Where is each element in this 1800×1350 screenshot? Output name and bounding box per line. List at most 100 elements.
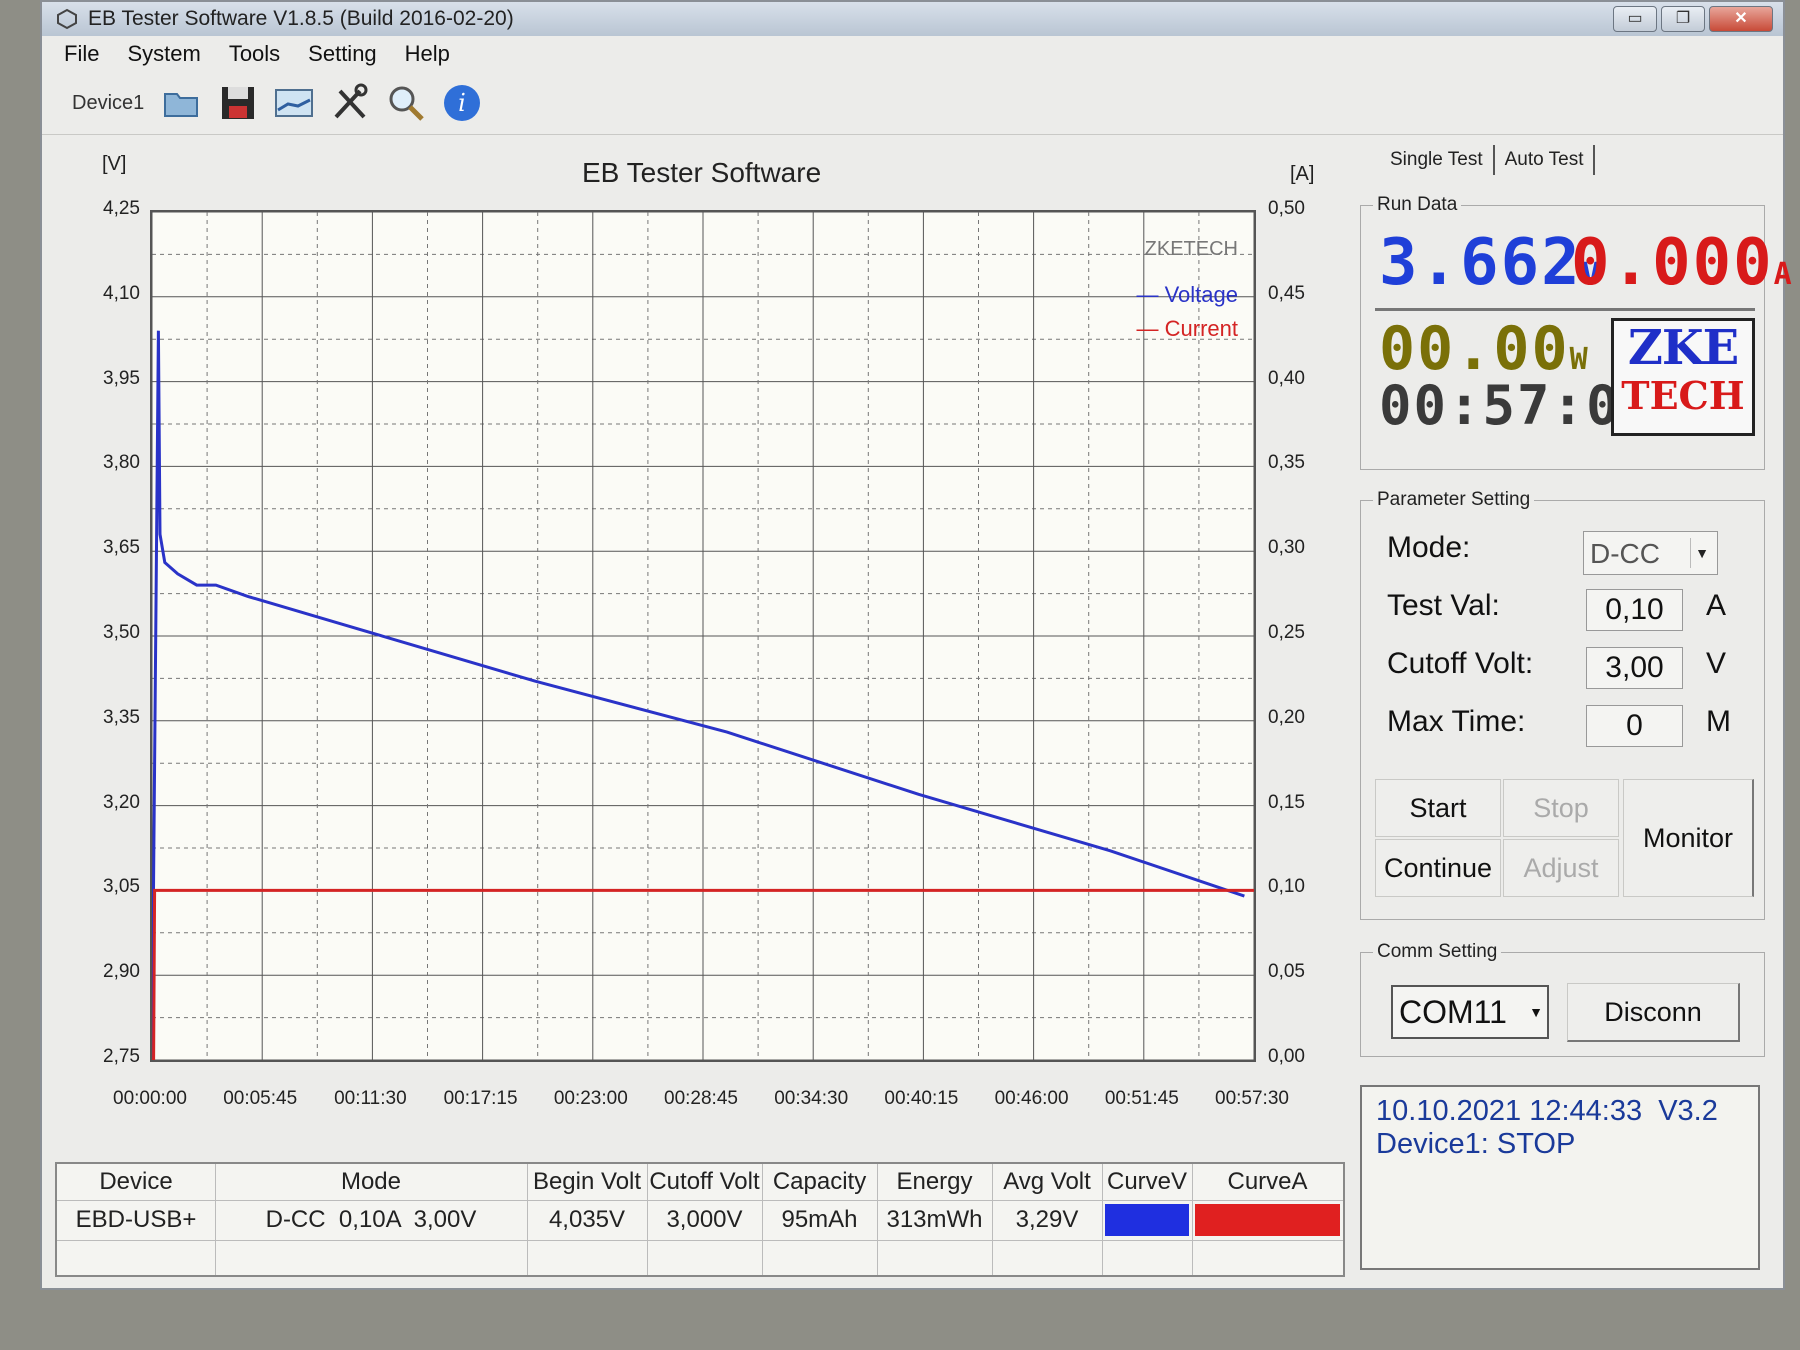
y-tick-label: 2,90 [103,961,140,983]
menu-help[interactable]: Help [405,41,450,67]
legend-voltage-label: Voltage [1164,282,1238,307]
run-data-label: Run Data [1373,194,1462,216]
tools-icon[interactable] [328,81,372,125]
chevron-down-icon[interactable]: ▼ [1529,997,1543,1027]
max-time-input[interactable]: 0 [1586,705,1683,747]
table-cell: 313mWh [886,1206,983,1233]
x-tick-label: 00:34:30 [774,1088,849,1109]
table-cell: EBD-USB+ [75,1206,197,1233]
current-readout: 0.000A [1571,226,1794,300]
monitor-button[interactable]: Monitor [1623,779,1754,897]
x-tick-label: 00:00:00 [113,1088,187,1109]
y-tick-label: 3,50 [103,622,140,643]
search-icon[interactable] [384,81,428,125]
y-tick-label: 3,05 [103,876,140,898]
max-time-label: Max Time: [1387,705,1526,738]
svg-text:i: i [458,89,466,117]
table-cell: 3,000V [666,1206,743,1233]
menu-file[interactable]: File [64,41,99,67]
table-header-cell: Capacity [772,1168,867,1195]
menu-system[interactable]: System [127,41,200,67]
window-title: EB Tester Software V1.8.5 (Build 2016-02… [88,7,514,30]
watermark: ZKETECH [1144,238,1238,260]
curve-voltage-swatch[interactable] [1105,1204,1189,1236]
menu-setting[interactable]: Setting [308,41,377,67]
status-device-state: Device1: STOP [1376,1128,1576,1160]
test-val-input[interactable]: 0,10 [1586,589,1683,631]
adjust-button[interactable]: Adjust [1503,839,1619,897]
title-bar: EB Tester Software V1.8.5 (Build 2016-02… [42,2,1783,36]
table-cell: 4,035V [548,1206,626,1233]
power-unit: W [1569,342,1590,377]
mode-label: Mode: [1387,531,1471,564]
disconnect-button[interactable]: Disconn [1567,983,1740,1042]
legend-voltage-swatch: — [1136,282,1159,307]
comm-setting-label: Comm Setting [1373,941,1502,963]
close-button[interactable]: ✕ [1709,6,1773,32]
tab-bar: Single Test Auto Test [1380,145,1760,175]
y-tick-label: 3,95 [103,367,140,389]
y-tick-label: 3,65 [103,537,140,559]
cutoff-volt-input[interactable]: 3,00 [1586,647,1683,689]
legend-current-label: Current [1164,316,1238,341]
x-tick-label: 00:51:45 [1104,1088,1179,1109]
table-header-cell: Begin Volt [532,1168,642,1195]
curve-current-swatch[interactable] [1195,1204,1340,1236]
table-header-cell: CurveV [1106,1168,1188,1195]
legend-current-swatch: — [1136,316,1159,341]
cutoff-volt-unit: V [1706,647,1727,680]
logo-bottom-text: TECH [1621,373,1745,418]
com-port-select[interactable]: COM11 ▼ [1391,985,1549,1039]
legend-voltage: — Voltage [1136,282,1238,308]
x-tick-label: 00:11:30 [334,1088,407,1109]
table-header-cell: Mode [340,1168,402,1195]
menu-tools[interactable]: Tools [229,41,280,67]
table-row-divider [57,1240,1343,1241]
continue-button[interactable]: Continue [1375,839,1501,897]
y2-tick-label: 0,25 [1268,622,1305,643]
logo-top-text: ZKE [1627,320,1739,376]
folder-icon[interactable] [160,81,204,125]
readout-divider [1375,308,1755,311]
menu-bar: File System Tools Setting Help [42,36,1783,72]
minimize-button[interactable]: ▭ [1613,6,1657,32]
y-axis-unit: [V] [102,153,127,175]
test-val-unit: A [1706,589,1727,622]
comm-setting-group: Comm Setting COM11 ▼ Disconn [1360,941,1765,1057]
start-button[interactable]: Start [1375,779,1501,837]
x-tick-label: 00:28:45 [664,1088,738,1109]
y2-tick-label: 0,40 [1268,367,1305,389]
mode-select[interactable]: D-CC ▼ [1583,531,1718,575]
stop-button[interactable]: Stop [1503,779,1619,837]
current-unit: A [1773,257,1794,292]
y-tick-label: 4,10 [103,282,140,304]
current-value: 0.000 [1571,226,1774,300]
chart-area: [V] EB Tester Software [A] 4,25 4,10 3,95 3… [42,135,1342,1135]
table-header-cell: Device [99,1168,173,1195]
parameter-setting-group: Parameter Setting Mode: D-CC ▼ Test Val:… [1360,489,1765,920]
chevron-down-icon[interactable]: ▼ [1690,538,1713,568]
plot-area: ZKETECH — Voltage — Current [150,210,1256,1062]
maximize-button[interactable]: ❐ [1661,6,1705,32]
x-tick-label: 00:17:15 [443,1088,518,1109]
save-icon[interactable] [216,81,260,125]
voltage-value: 3.662 [1379,226,1582,300]
test-val-label: Test Val: [1387,589,1500,622]
chart-title: EB Tester Software [582,157,822,188]
tab-single-test[interactable]: Single Test [1380,145,1495,175]
mode-select-value: D-CC [1590,538,1660,569]
table-header-divider [57,1200,1343,1201]
legend-current: — Current [1137,316,1238,342]
chart-icon[interactable] [272,81,316,125]
y2-tick-label: 0,50 [1268,198,1305,219]
y2-tick-label: 0,00 [1268,1046,1305,1067]
status-panel: 10.10.2021 12:44:33 V3.2 Device1: STOP [1360,1085,1760,1270]
y-tick-label: 3,35 [103,706,140,728]
y2-tick-label: 0,10 [1268,876,1305,898]
info-icon[interactable]: i [440,81,484,125]
y2-tick-label: 0,30 [1268,537,1305,559]
y-tick-label: 3,80 [103,452,140,474]
tab-auto-test[interactable]: Auto Test [1495,145,1596,175]
zketech-logo: ZKE TECH [1611,318,1755,436]
app-icon [57,8,77,30]
